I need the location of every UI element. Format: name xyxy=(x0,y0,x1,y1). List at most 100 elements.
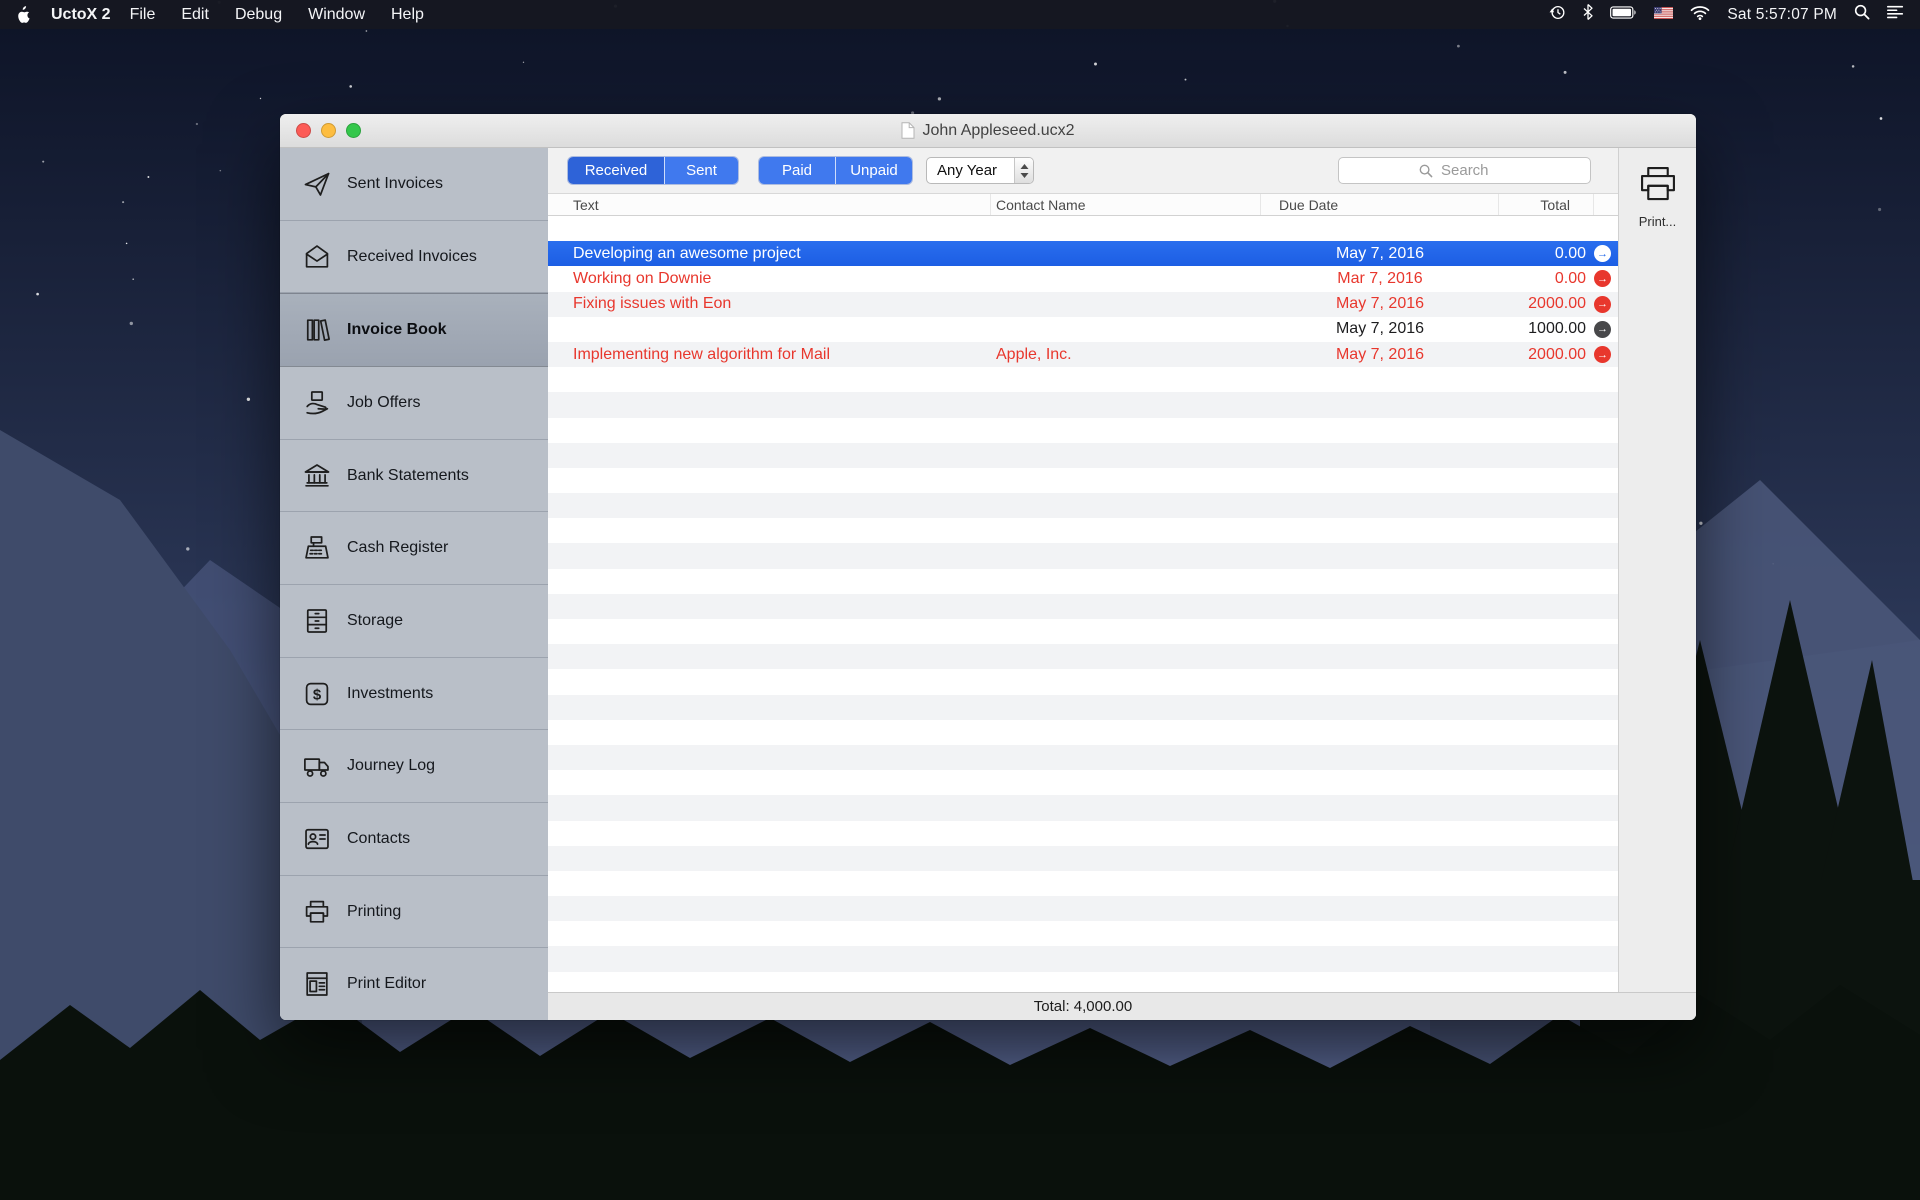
invoice-text: Implementing new algorithm for Mail xyxy=(573,345,830,363)
invoice-contact-name: Apple, Inc. xyxy=(996,345,1072,363)
empty-row-stripe xyxy=(548,669,1618,694)
paid-filter-button[interactable]: Paid xyxy=(759,157,835,184)
close-button[interactable] xyxy=(296,123,311,138)
invoice-total: 1000.00 xyxy=(1528,320,1586,338)
invoice-row[interactable]: Implementing new algorithm for Mail Apple… xyxy=(548,341,1618,368)
window-title-text: John Appleseed.ucx2 xyxy=(922,121,1075,139)
year-filter-popup[interactable]: Any Year xyxy=(926,157,1034,184)
invoice-row[interactable]: Working on Downie Mar 7, 2016 0.00 → xyxy=(548,266,1618,291)
menu-bar-menus: File Edit Debug Window Help xyxy=(117,6,437,24)
menu-edit[interactable]: Edit xyxy=(168,6,222,24)
sidebar-item-label: Print Editor xyxy=(347,975,427,993)
row-detail-arrow-button[interactable]: → xyxy=(1594,245,1611,263)
sidebar-item-invoice-book[interactable]: Invoice Book xyxy=(280,293,548,368)
main-content: Received Sent Paid Unpaid Any Year Searc… xyxy=(548,148,1618,1020)
row-detail-arrow-button[interactable]: → xyxy=(1594,320,1611,338)
desktop: UctoX 2 File Edit Debug Window Help Sat … xyxy=(0,0,1920,1200)
envelope-icon xyxy=(305,244,329,268)
total-summary: Total: 4,000.00 xyxy=(1033,998,1133,1015)
empty-row-stripe xyxy=(548,720,1618,745)
sidebar-item-investments[interactable]: $ Investments xyxy=(280,658,548,731)
empty-row-stripe xyxy=(548,442,1618,468)
column-header-text[interactable]: Text xyxy=(548,194,991,215)
invoice-text: Working on Downie xyxy=(573,269,712,287)
sidebar-item-print-editor[interactable]: Print Editor xyxy=(280,948,548,1020)
sidebar-item-label: Job Offers xyxy=(347,393,421,411)
table-header: Text Contact Name Due Date Total xyxy=(548,193,1618,216)
menu-debug[interactable]: Debug xyxy=(222,6,295,24)
paid-unpaid-control: Paid Unpaid xyxy=(759,157,912,184)
sidebar-item-job-offers[interactable]: Job Offers xyxy=(280,367,548,440)
window-titlebar[interactable]: John Appleseed.ucx2 xyxy=(280,114,1696,148)
menu-bar-clock[interactable]: Sat 5:57:07 PM xyxy=(1727,6,1837,24)
bluetooth-icon xyxy=(1583,4,1593,20)
table-body: Developing an awesome project May 7, 2016… xyxy=(548,216,1618,992)
empty-row-stripe xyxy=(548,418,1618,443)
spotlight-menu-extra[interactable] xyxy=(1854,4,1870,25)
invoice-row[interactable]: Developing an awesome project May 7, 2016… xyxy=(548,241,1618,267)
battery-menu-extra[interactable] xyxy=(1610,5,1637,24)
column-header-total[interactable]: Total xyxy=(1499,194,1594,215)
search-input[interactable] xyxy=(1439,161,1559,180)
search-field[interactable] xyxy=(1338,157,1591,184)
sidebar-item-printing[interactable]: Printing xyxy=(280,876,548,949)
zoom-button[interactable] xyxy=(346,123,361,138)
sidebar-item-sent-invoices[interactable]: Sent Invoices xyxy=(280,148,548,221)
empty-row-stripe xyxy=(548,392,1618,418)
empty-row-stripe xyxy=(548,821,1618,846)
menu-file[interactable]: File xyxy=(117,6,169,24)
invoice-due-date: May 7, 2016 xyxy=(1335,320,1425,338)
row-detail-arrow-button[interactable]: → xyxy=(1594,295,1611,313)
invoice-total: 2000.00 xyxy=(1528,345,1586,363)
sidebar-item-contacts[interactable]: Contacts xyxy=(280,803,548,876)
invoice-row[interactable]: Fixing issues with Eon May 7, 2016 2000.00… xyxy=(548,291,1618,317)
column-header-due-date[interactable]: Due Date xyxy=(1261,194,1499,215)
invoice-row[interactable]: May 7, 2016 1000.00 → xyxy=(548,317,1618,342)
menu-help[interactable]: Help xyxy=(378,6,437,24)
sent-filter-button[interactable]: Sent xyxy=(664,157,738,184)
sidebar-item-journey-log[interactable]: Journey Log xyxy=(280,730,548,804)
empty-row-stripe xyxy=(548,770,1618,795)
bluetooth-menu-extra[interactable] xyxy=(1583,4,1593,25)
sidebar-item-cash-register[interactable]: Cash Register xyxy=(280,512,548,586)
printing-icon xyxy=(305,900,329,923)
minimize-button[interactable] xyxy=(321,123,336,138)
row-detail-arrow-button[interactable]: → xyxy=(1594,346,1611,364)
column-header-contact-name[interactable]: Contact Name xyxy=(991,194,1261,215)
print-icon xyxy=(1640,167,1675,201)
time-machine-menu-extra[interactable] xyxy=(1549,4,1566,26)
traffic-lights xyxy=(296,114,361,147)
apple-menu[interactable] xyxy=(16,5,31,24)
sidebar-item-bank-statements[interactable]: Bank Statements xyxy=(280,440,548,513)
us-flag-icon xyxy=(1654,6,1674,19)
input-source-menu-extra[interactable] xyxy=(1654,6,1674,24)
unpaid-filter-button[interactable]: Unpaid xyxy=(835,157,912,184)
menu-bar-status-area: Sat 5:57:07 PM xyxy=(1549,4,1904,26)
year-filter-stepper[interactable] xyxy=(1014,158,1033,183)
notification-center-menu-extra[interactable] xyxy=(1887,5,1904,24)
empty-row-stripe xyxy=(548,972,1618,992)
empty-row-stripe xyxy=(548,493,1618,519)
menu-bar: UctoX 2 File Edit Debug Window Help Sat … xyxy=(0,0,1920,29)
received-sent-control: Received Sent xyxy=(568,157,738,184)
app-menu-name[interactable]: UctoX 2 xyxy=(51,6,111,24)
row-detail-arrow-button[interactable]: → xyxy=(1594,270,1611,288)
sidebar-item-received-invoices[interactable]: Received Invoices xyxy=(280,221,548,294)
sidebar-item-label: Storage xyxy=(347,611,404,629)
empty-row-stripe xyxy=(548,569,1618,594)
window-title: John Appleseed.ucx2 xyxy=(901,121,1075,140)
wifi-menu-extra[interactable] xyxy=(1690,5,1710,25)
search-icon xyxy=(1419,164,1433,177)
empty-row-stripe xyxy=(548,896,1618,922)
notification-center-icon xyxy=(1887,5,1904,19)
menu-window[interactable]: Window xyxy=(295,6,378,24)
invoice-due-date: Mar 7, 2016 xyxy=(1337,269,1423,287)
invoice-total: 0.00 xyxy=(1554,244,1586,262)
sidebar-item-storage[interactable]: Storage xyxy=(280,585,548,658)
print-button[interactable] xyxy=(1635,161,1681,212)
empty-row-stripe xyxy=(548,694,1618,720)
sidebar-item-label: Journey Log xyxy=(347,757,436,775)
table-footer: Total: 4,000.00 xyxy=(548,992,1696,1020)
invoice-due-date: May 7, 2016 xyxy=(1335,345,1425,363)
received-filter-button[interactable]: Received xyxy=(568,157,664,184)
